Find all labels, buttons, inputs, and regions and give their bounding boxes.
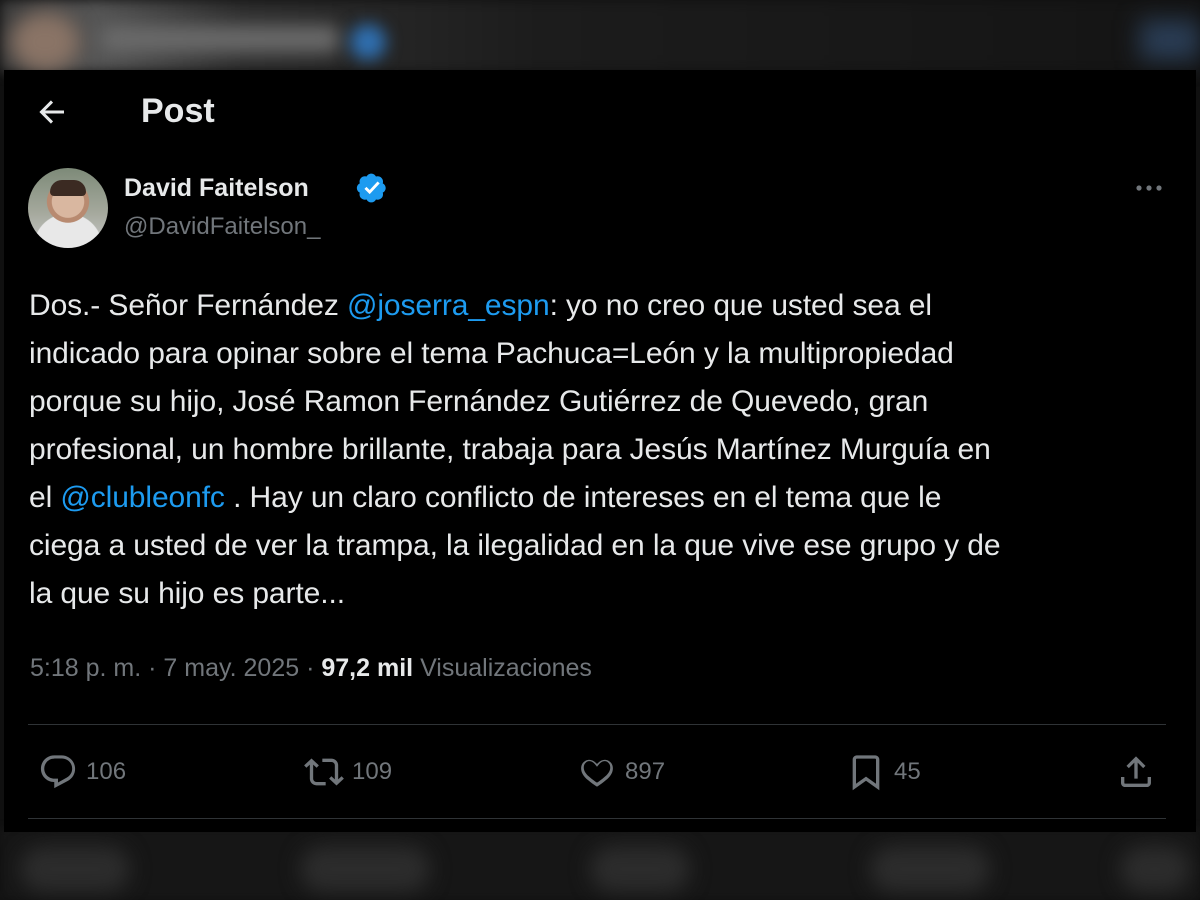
reply-count: 106 [86,758,127,785]
blurred-avatar [10,12,80,72]
avatar-hair [50,180,86,196]
back-arrow-icon[interactable] [34,94,70,130]
blurred-bottom-element [1120,846,1190,892]
blurred-bottom-element [20,846,130,892]
mention-link[interactable]: @joserra_espn [347,289,550,322]
reply-icon [40,755,76,789]
repost-button[interactable]: 109 [304,748,392,796]
post-date[interactable]: 7 may. 2025 [163,654,299,682]
post-text-segment: la que su hijo es parte... [29,577,345,610]
blurred-badge [350,24,386,60]
blurred-bottom-element [590,846,690,892]
like-button[interactable]: 897 [577,748,665,796]
post-text-segment: : yo no creo que usted sea el [549,289,932,322]
post-text-segment: Dos.- Señor Fernández [29,289,347,322]
post-text-line: el @clubleonfc . Hay un claro conflicto … [29,474,1179,522]
views-count[interactable]: 97,2 mil [321,654,413,682]
like-count: 897 [625,758,666,785]
post-text-line: ciega a usted de ver la trampa, la ilega… [29,522,1179,570]
post-text-segment: . Hay un claro conflicto de intereses en… [224,481,942,514]
bookmark-button[interactable]: 45 [846,748,921,796]
post-metadata: 5:18 p. m. · 7 may. 2025 · 97,2 mil Visu… [30,654,592,683]
divider [28,818,1166,819]
repost-icon [304,758,344,786]
post-detail-panel: Post David Faitelson @DavidFaitelson_ Do… [4,70,1196,832]
repost-count: 109 [352,758,393,785]
avatar[interactable] [28,168,108,248]
post-time[interactable]: 5:18 p. m. [30,654,141,682]
reply-button[interactable]: 106 [38,748,126,796]
blurred-bottom-element [300,846,430,892]
bookmark-count: 45 [894,758,921,785]
mention-link[interactable]: @clubleonfc [60,481,225,514]
divider [28,724,1166,725]
post-text: Dos.- Señor Fernández @joserra_espn: yo … [29,282,1179,618]
post-text-segment: indicado para opinar sobre el tema Pachu… [29,337,954,370]
meta-separator: · [148,654,157,682]
share-icon [1121,756,1151,787]
more-icon[interactable] [1132,174,1166,202]
blurred-right-element [1140,20,1200,60]
views-label[interactable]: Visualizaciones [420,654,592,682]
like-icon [581,759,613,787]
blurred-bottom-element [870,846,990,892]
top-bar: Post [4,70,1196,154]
bookmark-icon [852,755,880,791]
post-text-segment: profesional, un hombre brillante, trabaj… [29,433,991,466]
post-text-segment: el [29,481,61,514]
verified-badge-icon[interactable] [356,172,388,204]
author-handle[interactable]: @DavidFaitelson_ [124,213,320,241]
post-text-line: porque su hijo, José Ramon Fernández Gut… [29,378,1179,426]
post-text-line: indicado para opinar sobre el tema Pachu… [29,330,1179,378]
post-text-line: profesional, un hombre brillante, trabaj… [29,426,1179,474]
post-text-line: Dos.- Señor Fernández @joserra_espn: yo … [29,282,1179,330]
post-text-line: la que su hijo es parte... [29,570,1179,618]
share-button[interactable] [1116,748,1156,796]
blurred-name [100,25,340,53]
meta-separator: · [306,654,315,682]
page-title: Post [141,92,215,130]
post-text-segment: ciega a usted de ver la trampa, la ilega… [29,529,1001,562]
post-text-segment: porque su hijo, José Ramon Fernández Gut… [29,385,929,418]
author-name[interactable]: David Faitelson [124,174,309,203]
